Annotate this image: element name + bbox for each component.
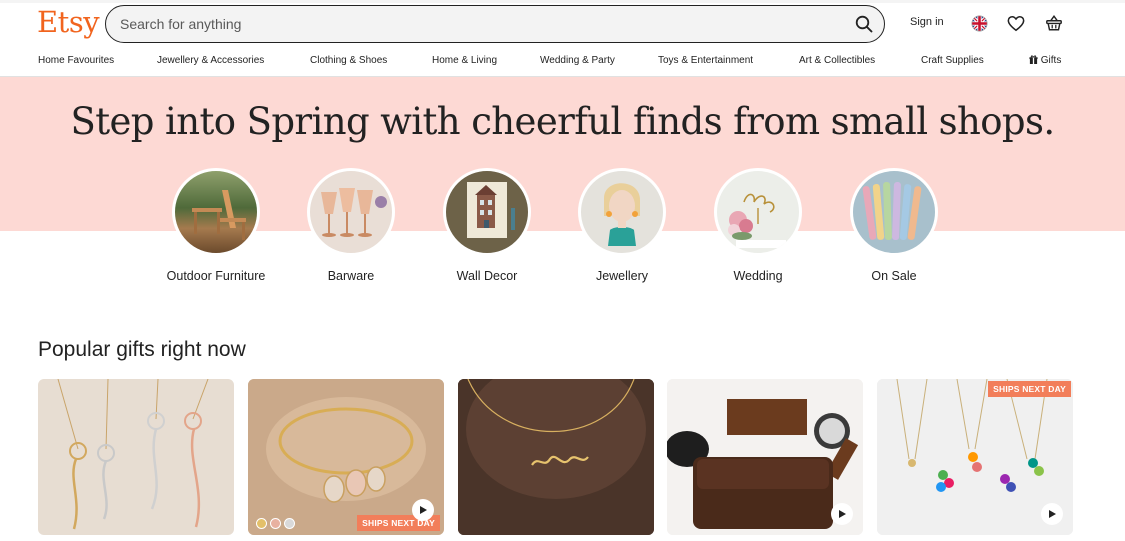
play-icon bbox=[420, 506, 427, 514]
ships-next-day-badge: SHIPS NEXT DAY bbox=[988, 381, 1071, 397]
swatch-rose-gold[interactable] bbox=[270, 518, 281, 529]
hero-title: Step into Spring with cheerful finds fro… bbox=[70, 100, 1055, 143]
hero-item-jewellery[interactable]: Jewellery bbox=[562, 168, 682, 284]
product-card[interactable]: SHIPS NEXT DAY bbox=[877, 379, 1073, 535]
sign-in-link[interactable]: Sign in bbox=[910, 16, 944, 28]
wedding-image bbox=[714, 168, 802, 256]
nav-gifts[interactable]: Gifts bbox=[1029, 55, 1061, 66]
hero-item-label: Barware bbox=[327, 269, 375, 283]
wall-decor-image bbox=[443, 168, 531, 256]
category-nav: Home Favourites Jewellery & Accessories … bbox=[0, 49, 1125, 77]
play-icon bbox=[839, 510, 846, 518]
play-icon bbox=[1049, 510, 1056, 518]
nav-jewellery-accessories[interactable]: Jewellery & Accessories bbox=[157, 55, 264, 66]
nav-wedding-party[interactable]: Wedding & Party bbox=[540, 55, 615, 66]
site-header: Etsy Sign in bbox=[0, 3, 1125, 45]
gift-icon bbox=[1029, 55, 1038, 64]
hero-item-label: Wall Decor bbox=[456, 269, 518, 283]
nav-art-collectibles[interactable]: Art & Collectibles bbox=[799, 55, 875, 66]
hero-item-label: Outdoor Furniture bbox=[166, 269, 266, 283]
product-image bbox=[57, 379, 209, 530]
hero-item-label: Wedding bbox=[733, 269, 783, 283]
search-input[interactable] bbox=[120, 15, 820, 33]
product-image bbox=[458, 379, 654, 535]
swatch-silver[interactable] bbox=[284, 518, 295, 529]
hero-item-barware[interactable]: Barware bbox=[291, 168, 411, 284]
color-swatches[interactable] bbox=[256, 518, 295, 529]
hero-item-on-sale[interactable]: On Sale bbox=[834, 168, 954, 284]
product-card[interactable] bbox=[458, 379, 654, 535]
hero-item-label: On Sale bbox=[871, 269, 917, 283]
hero-item-wall-decor[interactable]: Wall Decor bbox=[427, 168, 547, 284]
nav-home-living[interactable]: Home & Living bbox=[432, 55, 497, 66]
product-card[interactable]: SHIPS NEXT DAY bbox=[248, 379, 444, 535]
search-bar bbox=[105, 5, 885, 43]
hero-item-label: Jewellery bbox=[595, 269, 649, 283]
product-card[interactable] bbox=[38, 379, 234, 535]
etsy-logo[interactable]: Etsy bbox=[37, 5, 100, 39]
outdoor-furniture-image bbox=[172, 168, 260, 256]
hero-item-wedding[interactable]: Wedding bbox=[698, 168, 818, 284]
play-video-button[interactable] bbox=[1041, 503, 1063, 525]
on-sale-image bbox=[850, 168, 938, 256]
swatch-gold[interactable] bbox=[256, 518, 267, 529]
jewellery-image bbox=[578, 168, 666, 256]
uk-flag-icon[interactable] bbox=[969, 13, 989, 33]
nav-clothing-shoes[interactable]: Clothing & Shoes bbox=[310, 55, 387, 66]
play-video-button[interactable] bbox=[412, 499, 434, 521]
hero-item-outdoor-furniture[interactable]: Outdoor Furniture bbox=[156, 168, 276, 284]
play-video-button[interactable] bbox=[831, 503, 853, 525]
nav-home-favourites[interactable]: Home Favourites bbox=[38, 55, 114, 66]
nav-craft-supplies[interactable]: Craft Supplies bbox=[921, 55, 984, 66]
search-icon bbox=[855, 15, 873, 33]
search-button[interactable] bbox=[850, 10, 878, 38]
barware-image bbox=[307, 168, 395, 256]
basket-icon[interactable] bbox=[1044, 13, 1064, 33]
heart-icon[interactable] bbox=[1006, 13, 1026, 33]
nav-toys-entertainment[interactable]: Toys & Entertainment bbox=[658, 55, 753, 66]
product-card[interactable] bbox=[667, 379, 863, 535]
popular-gifts-title: Popular gifts right now bbox=[38, 338, 246, 361]
nav-gifts-label: Gifts bbox=[1040, 55, 1062, 66]
